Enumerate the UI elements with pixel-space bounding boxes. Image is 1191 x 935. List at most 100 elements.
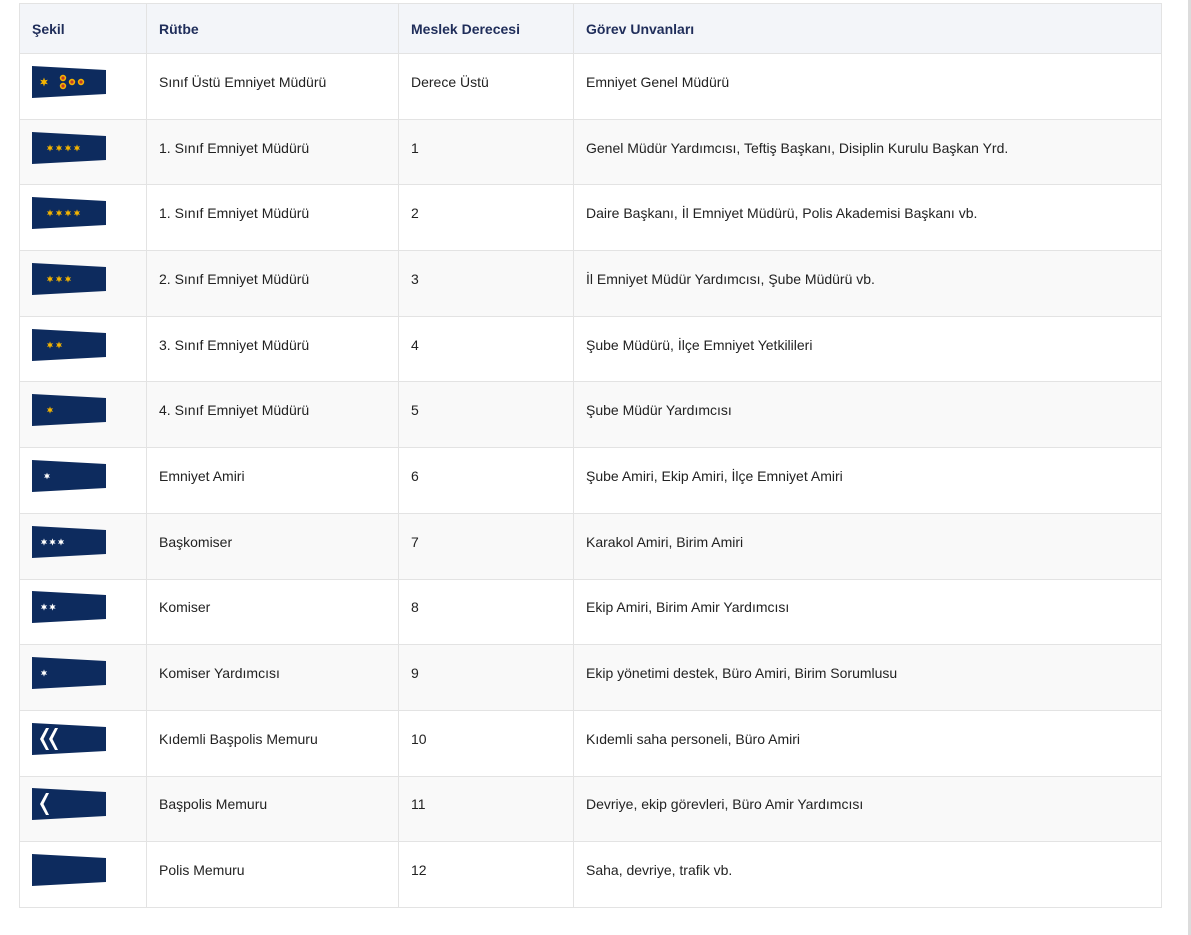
table-row: Emniyet Amiri 6 Şube Amiri, Ekip Amiri, İl… (19, 447, 1162, 514)
cell-shape (19, 709, 147, 777)
cell-rank: 1. Sınıf Emniyet Müdürü (146, 184, 399, 252)
cell-rank-text: 1. Sınıf Emniyet Müdürü (159, 139, 310, 156)
cell-duties-text: Emniyet Genel Müdürü (586, 73, 730, 90)
cell-rank: 3. Sınıf Emniyet Müdürü (146, 315, 399, 383)
cell-rank-text: Komiser (159, 599, 211, 616)
cell-rank-text: Başpolis Memuru (159, 796, 268, 813)
cell-duties-text: Karakol Amiri, Birim Amiri (586, 533, 744, 550)
cell-duties: Karakol Amiri, Birim Amiri (573, 512, 1162, 580)
header-duties: Görev Unvanları (573, 3, 1162, 54)
insignia-gold-crescent-4-stars-icon (32, 131, 106, 164)
cell-duties-text: İl Emniyet Müdür Yardımcısı, Şube Müdürü… (586, 270, 875, 287)
rosette-center-mark (79, 80, 83, 84)
table-row: 1. Sınıf Emniyet Müdürü 1 Genel Müdür Yard… (19, 118, 1162, 186)
insignia-gold-crescent-3-stars-icon (32, 262, 106, 295)
cell-degree: 8 (398, 578, 574, 646)
header-degree: Meslek Derecesi (398, 3, 574, 54)
epaulette-shape (32, 459, 106, 492)
cell-rank: Sınıf Üstü Emniyet Müdürü (146, 53, 399, 120)
table-row: Polis Memuru 12 Saha, devriye, trafik vb. (19, 841, 1162, 908)
cell-rank: Polis Memuru (146, 841, 399, 908)
cell-degree-text: 10 (411, 730, 427, 747)
cell-rank-text: 3. Sınıf Emniyet Müdürü (159, 336, 310, 353)
header-shape: Şekil (19, 3, 147, 54)
cell-duties: Şube Müdürü, İlçe Emniyet Yetkilileri (573, 315, 1162, 383)
table-row: 1. Sınıf Emniyet Müdürü 2 Daire Başkanı, İ… (19, 184, 1162, 252)
epaulette-shape (32, 854, 106, 887)
cell-duties-text: Devriye, ekip görevleri, Büro Amir Yardı… (586, 796, 864, 813)
epaulette-shape (32, 394, 106, 427)
cell-degree: 1 (398, 118, 574, 186)
cell-shape (19, 775, 147, 843)
cell-duties: Ekip Amiri, Birim Amir Yardımcısı (573, 578, 1162, 646)
cell-duties-text: Daire Başkanı, İl Emniyet Müdürü, Polis … (586, 205, 978, 222)
insignia-gold-crescent-4-stars-icon (32, 197, 106, 230)
cell-shape (19, 315, 147, 383)
cell-rank: Başpolis Memuru (146, 775, 399, 843)
cell-degree-text: 9 (411, 665, 419, 682)
cell-rank: Komiser Yardımcısı (146, 644, 399, 711)
cell-rank: 4. Sınıf Emniyet Müdürü (146, 381, 399, 449)
cell-degree: 3 (398, 250, 574, 317)
cell-rank-text: 2. Sınıf Emniyet Müdürü (159, 270, 310, 287)
cell-degree-text: 11 (411, 796, 426, 813)
cell-degree: 2 (398, 184, 574, 252)
cell-duties: Genel Müdür Yardımcısı, Teftiş Başkanı, … (573, 118, 1162, 186)
cell-shape (19, 250, 147, 317)
insignia-plain-icon (32, 854, 106, 887)
cell-duties: Kıdemli saha personeli, Büro Amiri (573, 709, 1162, 777)
cell-shape (19, 381, 147, 449)
cell-duties: Saha, devriye, trafik vb. (573, 841, 1162, 908)
table-row: Sınıf Üstü Emniyet Müdürü Derece Üstü Emni… (19, 53, 1162, 120)
insignia-white-1-star-icon (32, 657, 106, 690)
table-row: Kıdemli Başpolis Memuru 10 Kıdemli saha pe… (19, 709, 1162, 777)
cell-degree-text: 12 (411, 862, 427, 879)
cell-degree: 6 (398, 447, 574, 514)
cell-degree: 4 (398, 315, 574, 383)
cell-shape (19, 512, 147, 580)
cell-degree-text: 1 (411, 139, 419, 156)
cell-rank: Emniyet Amiri (146, 447, 399, 514)
cell-rank-text: Emniyet Amiri (159, 467, 245, 484)
table-row: Başpolis Memuru 11 Devriye, ekip görevleri… (19, 775, 1162, 843)
cell-duties-text: Şube Müdür Yardımcısı (586, 402, 732, 419)
table-row: 2. Sınıf Emniyet Müdürü 3 İl Emniyet Müdür… (19, 250, 1162, 317)
cell-degree-text: 3 (411, 270, 419, 287)
table-row: Başkomiser 7 Karakol Amiri, Birim Amiri (19, 512, 1162, 580)
insignia-gold-crescent-1-star-icon (32, 394, 106, 427)
cell-rank-text: Komiser Yardımcısı (159, 665, 280, 682)
cell-rank-text: Sınıf Üstü Emniyet Müdürü (159, 73, 327, 90)
cell-rank: 1. Sınıf Emniyet Müdürü (146, 118, 399, 186)
cell-rank-text: Başkomiser (159, 533, 233, 550)
cell-duties: Emniyet Genel Müdürü (573, 53, 1162, 120)
cell-degree-text: 2 (411, 205, 419, 222)
cell-degree: 5 (398, 381, 574, 449)
cell-duties-text: Ekip Amiri, Birim Amir Yardımcısı (586, 599, 790, 616)
insignia-gold-crescent-sun-rosettes-icon (32, 65, 106, 98)
cell-duties-text: Şube Amiri, Ekip Amiri, İlçe Emniyet Ami… (586, 467, 843, 484)
insignia-white-2-stars-icon (32, 591, 106, 624)
cell-duties-text: Saha, devriye, trafik vb. (586, 862, 733, 879)
cell-degree: 10 (398, 709, 574, 777)
cell-rank-text: 1. Sınıf Emniyet Müdürü (159, 205, 310, 222)
cell-degree-text: 7 (411, 533, 419, 550)
cell-rank-text: Kıdemli Başpolis Memuru (159, 730, 318, 747)
rank-table: Şekil Rütbe Meslek Derecesi Görev Unvanl… (19, 3, 1162, 908)
cell-degree: 9 (398, 644, 574, 711)
cell-duties: Şube Müdür Yardımcısı (573, 381, 1162, 449)
cell-shape (19, 578, 147, 646)
insignia-white-1-chevron-icon (32, 788, 106, 821)
cell-rank-text: 4. Sınıf Emniyet Müdürü (159, 402, 310, 419)
cell-shape (19, 184, 147, 252)
cell-duties-text: Genel Müdür Yardımcısı, Teftiş Başkanı, … (586, 139, 1009, 156)
table-row: 4. Sınıf Emniyet Müdürü 5 Şube Müdür Yardı… (19, 381, 1162, 449)
cell-shape (19, 447, 147, 514)
rosette-center-mark (61, 76, 65, 80)
cell-degree: 7 (398, 512, 574, 580)
cell-rank: 2. Sınıf Emniyet Müdürü (146, 250, 399, 317)
cell-degree-text: 5 (411, 402, 419, 419)
cell-degree: Derece Üstü (398, 53, 574, 120)
insignia-gold-crescent-2-stars-icon (32, 328, 106, 361)
cell-duties: Ekip yönetimi destek, Büro Amiri, Birim … (573, 644, 1162, 711)
cell-shape (19, 644, 147, 711)
